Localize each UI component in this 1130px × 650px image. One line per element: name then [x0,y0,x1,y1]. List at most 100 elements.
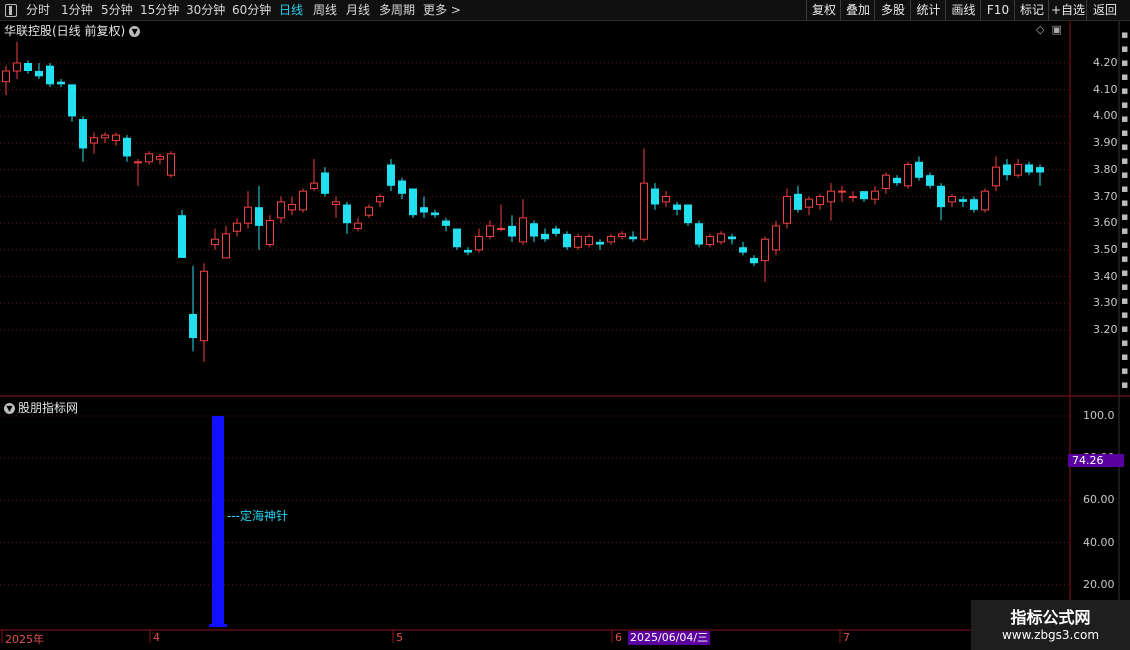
sidebar-glyph-icon: ▪ [1121,42,1129,55]
sidebar-glyph-icon: ▪ [1121,238,1129,251]
candle-body [684,204,692,224]
candle-body [365,206,373,216]
sidebar-glyph-icon: ▪ [1121,378,1129,391]
toolbar-button-5[interactable]: F10 [980,0,1015,20]
sidebar-glyph-icon: ▪ [1121,322,1129,335]
candle-body [343,204,351,224]
sidebar-glyph-icon: ▪ [1121,28,1129,41]
candle-body [222,233,230,259]
candle-body [882,174,890,189]
candle-body [156,155,164,160]
tab-5[interactable]: 60分钟 [232,2,271,18]
candle-body [662,196,670,203]
date-tick-label: 7 [843,631,850,644]
toolbar: 分时 1分钟 5分钟 15分钟 30分钟 60分钟 日线 周线 月线 多周期 更多 > 复权 叠加 多股… [0,0,1130,21]
candle-body [783,196,791,224]
tab-9[interactable]: 多周期 [379,2,415,18]
tab-10[interactable]: 更多 > [423,2,461,18]
candle-body [288,204,296,211]
candle-body [618,233,626,238]
candle-body [541,233,549,240]
tab-0[interactable]: 分时 [26,2,50,18]
indicator-tick-label: 40.00 [1083,535,1115,549]
price-tick-label: 3.40 [1093,269,1118,283]
candle-body [233,222,241,232]
toolbar-button-3[interactable]: 统计 [910,0,946,20]
window-icon[interactable] [5,4,17,17]
candle-body [629,236,637,240]
candle-body [893,177,901,184]
price-tick-label: 3.80 [1093,162,1118,176]
tab-2[interactable]: 5分钟 [101,2,133,18]
candle-body [431,212,439,216]
tab-3[interactable]: 15分钟 [140,2,179,18]
watermark: 指标公式网 www.zbgs3.com [971,600,1130,650]
sidebar-glyph-icon: ▪ [1121,350,1129,363]
candle-body [530,223,538,237]
indicator-bar [212,416,224,627]
toolbar-button-8[interactable]: 返回 [1086,0,1123,20]
sidebar-glyph-icon: ▪ [1121,252,1129,265]
candle-body [695,223,703,245]
toolbar-button-1[interactable]: 叠加 [840,0,875,20]
candle-body [244,206,252,224]
toolbar-button-6[interactable]: 标记 [1014,0,1049,20]
candle-body [299,190,307,211]
candle-body [497,228,505,231]
toolbar-button-0[interactable]: 复权 [806,0,841,20]
candle-body [904,163,912,187]
candle-body [35,71,43,77]
toolbar-button-2[interactable]: 多股 [874,0,911,20]
candle-body [409,188,417,216]
indicator-bar-base [209,624,227,627]
sidebar-glyph-icon: ▪ [1121,280,1129,293]
candle-body [794,193,802,210]
sidebar-glyph-icon: ▪ [1121,70,1129,83]
price-tick-label: 3.50 [1093,242,1118,256]
candle-body [552,228,560,234]
candle-body [860,191,868,200]
tab-6[interactable]: 日线 [279,2,303,18]
candle-body [145,153,153,163]
indicator-title[interactable]: ▼ 股朋指标网 [4,399,78,416]
candle-body [464,249,472,253]
tab-8[interactable]: 月线 [346,2,370,18]
candle-body [101,134,109,139]
tab-4[interactable]: 30分钟 [186,2,225,18]
sidebar-glyph-icon: ▪ [1121,140,1129,153]
candle-body [750,257,758,264]
candle-body [706,236,714,246]
price-tick-label: 3.90 [1093,136,1118,150]
chart-canvas[interactable] [0,21,1130,650]
candle-body [596,241,604,245]
toolbar-button-7[interactable]: +自选 [1048,0,1087,20]
sidebar-glyph-icon: ▪ [1121,56,1129,69]
date-tick-label: 6 [615,631,622,644]
candle-body [1025,164,1033,173]
indicator-tick-label: 100.0 [1083,409,1115,422]
candle-body [266,220,274,246]
date-tick-label: 2025年 [5,633,44,646]
candle-body [277,201,285,219]
price-tick-label: 4.00 [1093,109,1118,123]
sidebar-glyph-icon: ▪ [1121,168,1129,181]
tab-1[interactable]: 1分钟 [61,2,93,18]
candle-body [354,222,362,230]
candle-body [761,238,769,262]
tab-7[interactable]: 周线 [313,2,337,18]
candle-body [838,190,846,193]
sidebar-glyph-icon: ▪ [1121,294,1129,307]
candle-body [585,236,593,246]
indicator-title-text: 股朋指标网 [18,401,79,415]
candle-body [189,313,197,339]
candle-body [849,196,857,198]
candle-body [112,134,120,141]
candle-body [508,225,516,237]
candle-body [871,190,879,200]
candle-body [772,225,780,251]
toolbar-button-4[interactable]: 画线 [945,0,981,20]
chevron-down-icon[interactable]: ▼ [4,403,15,414]
sidebar-glyph-icon: ▪ [1121,112,1129,125]
candle-body [1003,164,1011,176]
candle-body [211,238,219,246]
